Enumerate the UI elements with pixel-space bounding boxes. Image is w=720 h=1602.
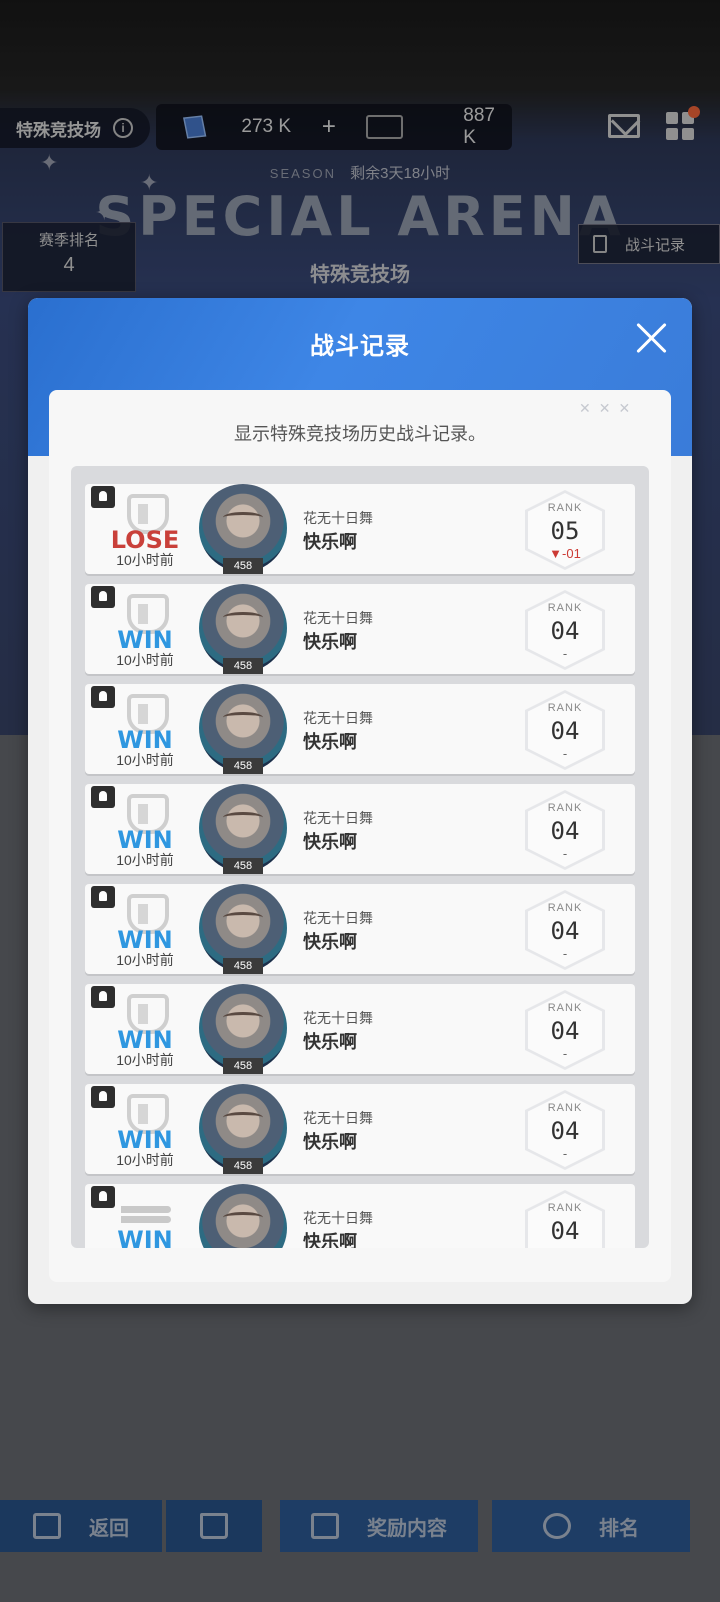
opponent-name: 快乐啊 xyxy=(303,1232,357,1248)
battle-time: 10小时前 xyxy=(116,652,174,668)
opponent-name: 快乐啊 xyxy=(303,932,357,952)
rank-value: 04 xyxy=(550,817,580,845)
bell-icon[interactable] xyxy=(91,986,115,1008)
battle-time: 10小时前 xyxy=(116,752,174,768)
rank-value: 04 xyxy=(550,917,580,945)
opponent-guild: 花无十日舞 xyxy=(303,1110,373,1126)
opponent-guild: 花无十日舞 xyxy=(303,910,373,926)
battle-time: 10小时前 xyxy=(116,1052,174,1068)
rank-label: RANK xyxy=(547,1102,583,1114)
opponent-level: 458 xyxy=(223,858,263,874)
battle-record-row[interactable]: WIN 10小时前 458 花无十日舞 快乐啊 RANK 04- xyxy=(85,584,635,674)
battle-record-row[interactable]: WIN 10小时前 458 花无十日舞 快乐啊 RANK 04- xyxy=(85,1084,635,1174)
opponent-guild: 花无十日舞 xyxy=(303,610,373,626)
dialog-title: 战斗记录 xyxy=(310,333,410,360)
battle-record-dialog: 战斗记录 ✕✕✕ 显示特殊竞技场历史战斗记录。 LOSE 10小时前 458 花无十日… xyxy=(28,298,692,1304)
record-list[interactable]: LOSE 10小时前 458 花无十日舞 快乐啊 RANK 05 ▼-01 WIN 10小时前 45… xyxy=(71,466,649,1248)
battle-record-row[interactable]: WIN 10小时前 458 花无十日舞 快乐啊 RANK 04- xyxy=(85,684,635,774)
opponent-guild: 花无十日舞 xyxy=(303,710,373,726)
decorative-x-marks: ✕✕✕ xyxy=(579,400,639,416)
bell-icon[interactable] xyxy=(91,886,115,908)
rank-label: RANK xyxy=(547,802,583,814)
dialog-description: 显示特殊竞技场历史战斗记录。 xyxy=(234,424,486,444)
rank-change: ▼-01 xyxy=(549,546,581,561)
battle-time: 10小时前 xyxy=(116,852,174,868)
opponent-name: 快乐啊 xyxy=(303,1032,357,1052)
rank-change: - xyxy=(562,646,568,661)
opponent-level: 458 xyxy=(223,558,263,574)
opponent-avatar[interactable] xyxy=(199,1184,287,1248)
battle-record-row[interactable]: WIN 10小时前 458 花无十日舞 快乐啊 RANK 04- xyxy=(85,784,635,874)
battle-record-row[interactable]: WIN 10小时前 458 花无十日舞 快乐啊 RANK 04- xyxy=(85,884,635,974)
battle-time: 10小时前 xyxy=(116,952,174,968)
rank-label: RANK xyxy=(547,902,583,914)
dialog-body: ✕✕✕ 显示特殊竞技场历史战斗记录。 LOSE 10小时前 458 花无十日舞 快乐啊 R… xyxy=(49,390,671,1282)
rank-label: RANK xyxy=(547,702,583,714)
rank-change: - xyxy=(562,1146,568,1161)
opponent-guild: 花无十日舞 xyxy=(303,1210,373,1226)
rank-change: - xyxy=(562,1046,568,1061)
opponent-level: 458 xyxy=(223,658,263,674)
battle-time: 10小时前 xyxy=(116,1152,174,1168)
opponent-level: 458 xyxy=(223,958,263,974)
battle-record-row[interactable]: WIN 10小时前 458 花无十日舞 快乐啊 RANK 04- xyxy=(85,984,635,1074)
opponent-level: 458 xyxy=(223,1158,263,1174)
close-icon[interactable] xyxy=(634,320,670,356)
rank-label: RANK xyxy=(547,602,583,614)
opponent-level: 458 xyxy=(223,758,263,774)
battle-result: WIN xyxy=(117,1226,173,1248)
rank-change: - xyxy=(562,946,568,961)
opponent-guild: 花无十日舞 xyxy=(303,810,373,826)
rank-label: RANK xyxy=(547,1202,583,1214)
opponent-name: 快乐啊 xyxy=(303,732,357,752)
bell-icon[interactable] xyxy=(91,1086,115,1108)
opponent-name: 快乐啊 xyxy=(303,532,357,552)
rank-value: 04 xyxy=(550,1017,580,1045)
rank-value: 04 xyxy=(550,717,580,745)
opponent-name: 快乐啊 xyxy=(303,1132,357,1152)
opponent-guild: 花无十日舞 xyxy=(303,1010,373,1026)
opponent-name: 快乐啊 xyxy=(303,832,357,852)
opponent-level: 458 xyxy=(223,1058,263,1074)
rank-change: - xyxy=(562,846,568,861)
rank-change: - xyxy=(562,746,568,761)
opponent-name: 快乐啊 xyxy=(303,632,357,652)
rank-label: RANK xyxy=(547,1002,583,1014)
bell-icon[interactable] xyxy=(91,486,115,508)
rank-value: 05 xyxy=(550,517,580,545)
opponent-guild: 花无十日舞 xyxy=(303,510,373,526)
rank-value: 04 xyxy=(550,617,580,645)
bell-icon[interactable] xyxy=(91,786,115,808)
battle-record-row[interactable]: WIN 花无十日舞快乐啊 RANK 04 xyxy=(85,1184,635,1248)
bell-icon[interactable] xyxy=(91,586,115,608)
rank-value: 04 xyxy=(550,1117,580,1145)
battle-time: 10小时前 xyxy=(116,552,174,568)
rank-label: RANK xyxy=(547,502,583,514)
bell-icon[interactable] xyxy=(91,686,115,708)
battle-record-row[interactable]: LOSE 10小时前 458 花无十日舞 快乐啊 RANK 05 ▼-01 xyxy=(85,484,635,574)
rank-value: 04 xyxy=(550,1217,580,1245)
bell-icon[interactable] xyxy=(91,1186,115,1208)
